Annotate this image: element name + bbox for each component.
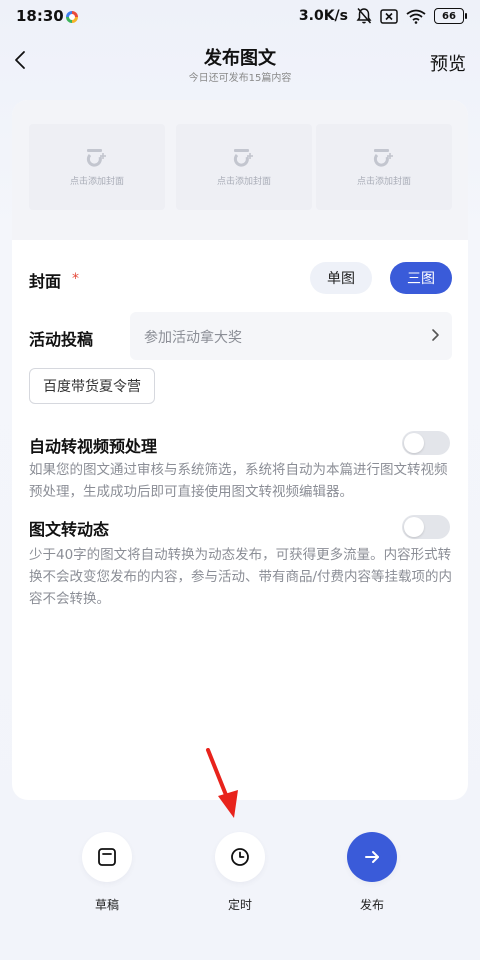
publish-button[interactable]	[347, 832, 397, 882]
cover-slot-label: 点击添加封面	[216, 176, 271, 187]
draft-action[interactable]: 草稿	[77, 832, 137, 913]
timer-label: 定时	[227, 898, 252, 912]
three-image-button[interactable]: 三图	[390, 262, 452, 294]
cover-slot-3[interactable]: 点击添加封面	[316, 124, 452, 210]
cover-picker: 点击添加封面 点击添加封面 点击添加封面	[12, 100, 468, 240]
activity-placeholder: 参加活动拿大奖	[144, 330, 242, 346]
battery-icon: 66	[434, 8, 467, 24]
activity-selector[interactable]: 参加活动拿大奖	[130, 312, 452, 360]
draft-icon	[98, 848, 116, 866]
wifi-icon	[406, 9, 426, 24]
page-title: 发布图文	[204, 48, 276, 69]
status-time: 18:30	[16, 7, 64, 25]
network-speed: 3.0K/s	[298, 8, 348, 24]
add-cover-icon	[86, 148, 106, 167]
app-notification-icon	[66, 11, 78, 23]
to-dynamic-description: 少于40字的图文将自动转换为动态发布，可获得更多流量。内容形式转换不会改变您发布…	[29, 547, 453, 607]
status-bar: 18:30 3.0K/s 66	[0, 0, 480, 34]
preview-button[interactable]: 预览	[430, 50, 466, 76]
mute-bell-icon	[356, 8, 372, 24]
annotation-arrow-icon	[206, 748, 238, 818]
activity-tag-chip[interactable]: 百度带货夏令营	[29, 368, 155, 404]
activity-label: 活动投稿	[29, 330, 94, 349]
cover-slot-label: 点击添加封面	[69, 176, 124, 187]
chevron-right-icon	[432, 329, 439, 341]
cover-slot-label: 点击添加封面	[356, 176, 411, 187]
to-dynamic-toggle[interactable]	[402, 515, 450, 539]
page-subtitle: 今日还可发布15篇内容	[188, 73, 292, 84]
add-cover-icon	[233, 148, 253, 167]
auto-video-toggle[interactable]	[402, 431, 450, 455]
auto-video-label: 自动转视频预处理	[29, 437, 158, 456]
single-image-button[interactable]: 单图	[310, 262, 372, 294]
cover-label: 封面	[29, 272, 62, 291]
to-dynamic-label: 图文转动态	[29, 520, 110, 539]
sim-x-icon	[380, 8, 398, 24]
header: 发布图文 今日还可发布15篇内容 预览	[0, 34, 480, 90]
arrow-right-icon	[365, 851, 379, 863]
editor-card: 点击添加封面 点击添加封面 点击添加封面 封面 * 单图 三图 活动投稿 参加活…	[12, 100, 468, 800]
draft-button[interactable]	[82, 832, 132, 882]
publish-label: 发布	[359, 898, 384, 912]
draft-label: 草稿	[94, 898, 119, 912]
cover-slot-1[interactable]: 点击添加封面	[29, 124, 165, 210]
clock-icon	[231, 848, 249, 866]
cover-slot-2[interactable]: 点击添加封面	[176, 124, 312, 210]
status-icons: 3.0K/s 66	[298, 7, 467, 25]
timer-button[interactable]	[215, 832, 265, 882]
auto-video-description: 如果您的图文通过审核与系统筛选，系统将自动为本篇进行图文转视频预处理，生成成功后…	[29, 462, 448, 500]
add-cover-icon	[373, 148, 393, 167]
required-mark: *	[72, 271, 79, 287]
publish-action[interactable]: 发布	[342, 832, 402, 913]
timer-action[interactable]: 定时	[210, 832, 270, 913]
